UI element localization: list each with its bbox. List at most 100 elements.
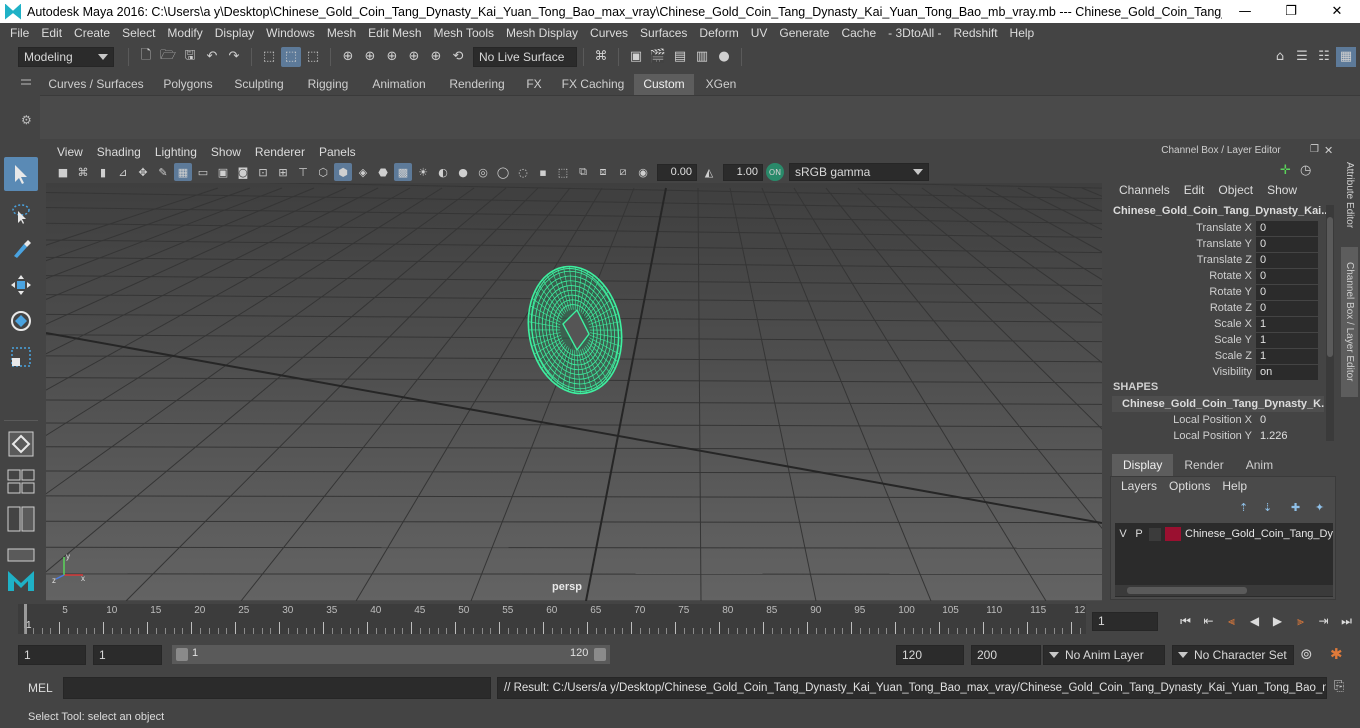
channels-menu[interactable]: Channels — [1112, 183, 1177, 197]
shelf-menu-icon[interactable] — [16, 76, 36, 90]
menu-edit-mesh[interactable]: Edit Mesh — [362, 26, 427, 40]
save-scene-icon[interactable]: 🖫 — [180, 47, 200, 67]
tab-render[interactable]: Render — [1173, 454, 1234, 476]
select-object-icon[interactable]: ⬚ — [281, 46, 301, 67]
smooth-shading-icon[interactable]: ⬢ — [334, 163, 352, 181]
render-settings-icon[interactable]: ▣ — [626, 47, 646, 67]
maya-home-icon[interactable] — [4, 562, 38, 596]
depth-of-field-icon[interactable]: ◌ — [514, 163, 532, 181]
menu-mesh-display[interactable]: Mesh Display — [500, 26, 584, 40]
single-view-layout-icon[interactable] — [4, 427, 38, 461]
attr-value[interactable]: 1 — [1256, 348, 1318, 364]
go-to-start-icon[interactable]: ⏮ — [1174, 611, 1197, 631]
speed-settings-icon[interactable]: ◷ — [1300, 163, 1311, 178]
workspace-icon[interactable]: ⌂ — [1270, 47, 1290, 67]
help-menu[interactable]: Help — [1216, 479, 1253, 493]
menu-deform[interactable]: Deform — [693, 26, 744, 40]
step-back-key-icon[interactable]: ⇤ — [1197, 611, 1220, 631]
lights-icon[interactable]: ☀ — [414, 163, 432, 181]
camera-select-icon[interactable]: ■ — [54, 163, 72, 181]
grease-pencil-icon[interactable]: ✎ — [154, 163, 172, 181]
move-tool-icon[interactable] — [4, 268, 38, 302]
shelf-tab-custom[interactable]: Custom — [634, 74, 694, 95]
playback-end-field[interactable]: 120 — [896, 645, 964, 665]
render-view-icon[interactable]: ▥ — [692, 47, 712, 67]
attr-translate-y[interactable]: Translate Y 0 — [1112, 236, 1322, 252]
menu-file[interactable]: File — [4, 26, 35, 40]
perspective-viewport[interactable]: y x z persp — [46, 183, 1102, 601]
attr-value[interactable]: 0 — [1256, 236, 1318, 252]
shelf-tab-curves-surfaces[interactable]: Curves / Surfaces — [44, 74, 148, 95]
layer-name[interactable]: Chinese_Gold_Coin_Tang_Dy — [1185, 528, 1333, 540]
menu-display[interactable]: Display — [209, 26, 260, 40]
toggle-channel-box-icon[interactable]: ▦ — [1336, 46, 1356, 67]
menu-edit[interactable]: Edit — [35, 26, 68, 40]
panel-menu-renderer[interactable]: Renderer — [248, 145, 312, 159]
layer-color-swatch[interactable] — [1165, 527, 1181, 541]
attr-value[interactable]: 0 — [1256, 220, 1318, 236]
image-plane-icon[interactable]: ⊿ — [114, 163, 132, 181]
shelf-tab-polygons[interactable]: Polygons — [152, 74, 224, 95]
layer-list-hscrollbar[interactable] — [1115, 585, 1333, 596]
script-editor-icon[interactable]: ⎘ — [1334, 679, 1344, 694]
animation-start-field[interactable]: 1 — [18, 645, 86, 665]
menu-mesh-tools[interactable]: Mesh Tools — [428, 26, 500, 40]
attr-value[interactable]: 0 — [1256, 252, 1318, 268]
shelf-tab-xgen[interactable]: XGen — [698, 74, 744, 95]
menu-uv[interactable]: UV — [745, 26, 774, 40]
menu-cache[interactable]: Cache — [835, 26, 882, 40]
attr-value[interactable]: 1 — [1256, 316, 1318, 332]
shelf-tab-rigging[interactable]: Rigging — [298, 74, 358, 95]
attr-local-position-y[interactable]: Local Position Y 1.226 — [1112, 428, 1322, 444]
lasso-tool-icon[interactable] — [4, 196, 38, 230]
gamma-field[interactable]: 1.00 — [723, 163, 763, 181]
options-menu[interactable]: Options — [1163, 479, 1216, 493]
attr-scale-z[interactable]: Scale Z 1 — [1112, 348, 1322, 364]
undo-icon[interactable]: ↶ — [202, 47, 222, 67]
scrollbar-thumb[interactable] — [1327, 217, 1333, 357]
bookmark-icon[interactable]: ▮ — [94, 163, 112, 181]
select-component-icon[interactable]: ⬚ — [303, 47, 323, 67]
grid-icon[interactable]: ▦ — [174, 163, 192, 181]
panel-menu-lighting[interactable]: Lighting — [148, 145, 204, 159]
minimize-button[interactable]: — — [1222, 0, 1268, 23]
shelf-tab-rendering[interactable]: Rendering — [440, 74, 514, 95]
xray-components-icon[interactable]: ⧈ — [594, 163, 612, 181]
play-backward-icon[interactable]: ◀ — [1243, 611, 1266, 631]
channel-box-scrollbar[interactable] — [1326, 205, 1334, 441]
menu-help[interactable]: Help — [1004, 26, 1041, 40]
move-layer-down-icon[interactable]: ⇣ — [1263, 501, 1272, 514]
edit-menu[interactable]: Edit — [1177, 183, 1212, 197]
two-d-pan-icon[interactable]: ✥ — [134, 163, 152, 181]
layer-playback-toggle[interactable]: P — [1131, 528, 1147, 540]
playback-start-field[interactable]: 1 — [93, 645, 162, 665]
menu-generate[interactable]: Generate — [773, 26, 835, 40]
menu-redshift[interactable]: Redshift — [948, 26, 1004, 40]
range-slider[interactable]: 1 120 — [172, 645, 610, 664]
redo-icon[interactable]: ↷ — [224, 47, 244, 67]
shelf-settings-icon[interactable]: ⚙ — [21, 113, 32, 127]
render-frame-icon[interactable]: 🎬 — [648, 47, 668, 67]
snap-grid-icon[interactable]: ⊕ — [338, 47, 358, 67]
menu-windows[interactable]: Windows — [260, 26, 321, 40]
resolution-gate-icon[interactable]: ▣ — [214, 163, 232, 181]
object-menu[interactable]: Object — [1211, 183, 1260, 197]
film-gate-icon[interactable]: ▭ — [194, 163, 212, 181]
attr-value[interactable]: on — [1256, 364, 1318, 380]
snap-curve-icon[interactable]: ⊕ — [360, 47, 380, 67]
layer-row[interactable]: V P Chinese_Gold_Coin_Tang_Dy — [1115, 525, 1333, 543]
play-forward-icon[interactable]: ▶ — [1266, 611, 1289, 631]
animation-end-field[interactable]: 200 — [971, 645, 1041, 665]
character-set-dropdown[interactable]: No Character Set — [1172, 645, 1294, 665]
shelf-tab-sculpting[interactable]: Sculpting — [226, 74, 292, 95]
time-slider[interactable]: 1 5 10 15 20 25 30 35 40 45 50 55 60 65 70 75 80 85 90 95 1… — [18, 604, 1086, 634]
attr-local-position-x[interactable]: Local Position X 0 — [1112, 412, 1322, 428]
command-input[interactable] — [63, 677, 491, 699]
scrollbar-thumb[interactable] — [1127, 587, 1247, 594]
attr-value[interactable]: 1 — [1256, 332, 1318, 348]
default-material-icon[interactable]: ⬣ — [374, 163, 392, 181]
menu-create[interactable]: Create — [68, 26, 116, 40]
select-tool-icon[interactable] — [4, 157, 38, 191]
camera-attributes-icon[interactable]: ⌘ — [74, 163, 92, 181]
animation-preferences-icon[interactable]: ✱ — [1330, 645, 1343, 663]
